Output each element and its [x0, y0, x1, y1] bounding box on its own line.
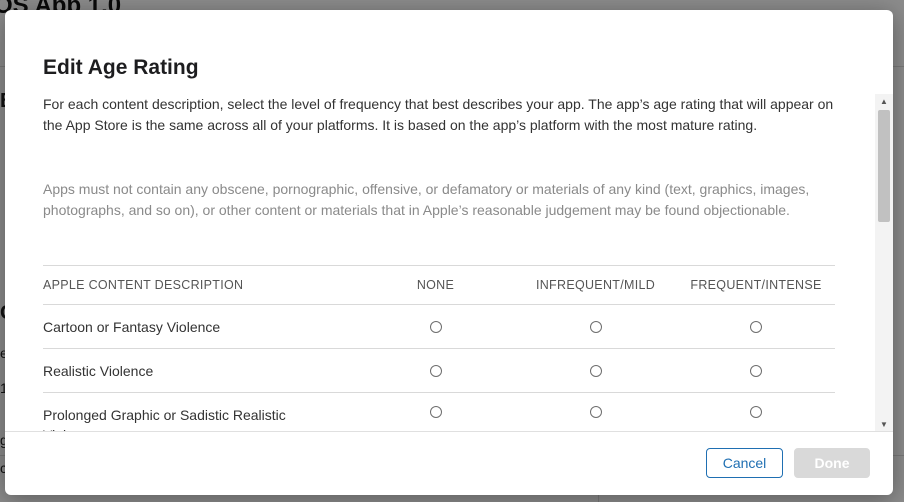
age-rating-table: APPLE CONTENT DESCRIPTION NONE INFREQUEN…: [43, 265, 835, 431]
vertical-scrollbar[interactable]: ▲ ▼: [875, 94, 893, 431]
row-label: Cartoon or Fantasy Violence: [43, 319, 221, 335]
table-header: APPLE CONTENT DESCRIPTION NONE INFREQUEN…: [43, 265, 835, 304]
radio-frequent-intense[interactable]: [750, 406, 762, 418]
cancel-button[interactable]: Cancel: [706, 448, 783, 478]
scrollbar-thumb[interactable]: [878, 110, 890, 222]
radio-infrequent-mild[interactable]: [589, 364, 602, 377]
table-row: Cartoon or Fantasy Violence: [43, 304, 835, 348]
policy-note: Apps must not contain any obscene, porno…: [43, 181, 810, 218]
dialog-footer: Cancel Done: [5, 431, 893, 495]
radio-frequent-intense[interactable]: [750, 320, 762, 333]
row-label: Prolonged Graphic or Sadistic Realistic …: [43, 407, 286, 431]
dialog-title: Edit Age Rating: [43, 56, 199, 79]
radio-infrequent-mild[interactable]: [589, 406, 602, 418]
table-row: Prolonged Graphic or Sadistic Realistic …: [43, 392, 835, 431]
done-button[interactable]: Done: [794, 448, 870, 478]
edit-age-rating-dialog: Edit Age Rating For each content descrip…: [5, 10, 893, 495]
radio-none[interactable]: [429, 364, 442, 377]
radio-frequent-intense[interactable]: [750, 364, 762, 377]
radio-infrequent-mild[interactable]: [589, 320, 602, 333]
intro-text: For each content description, select the…: [43, 96, 834, 133]
radio-none[interactable]: [429, 406, 442, 418]
column-header-description: APPLE CONTENT DESCRIPTION: [43, 278, 244, 292]
row-label: Realistic Violence: [43, 363, 154, 379]
column-header-infrequent: INFREQUENT/MILD: [535, 278, 656, 292]
table-row: Realistic Violence: [43, 348, 835, 392]
dialog-scroll-content[interactable]: For each content description, select the…: [5, 94, 875, 431]
scroll-down-arrow-icon[interactable]: ▼: [875, 417, 893, 431]
radio-none[interactable]: [429, 320, 442, 333]
column-header-none: NONE: [416, 278, 455, 292]
column-header-frequent: FREQUENT/INTENSE: [690, 278, 822, 292]
scroll-up-arrow-icon[interactable]: ▲: [875, 94, 893, 108]
